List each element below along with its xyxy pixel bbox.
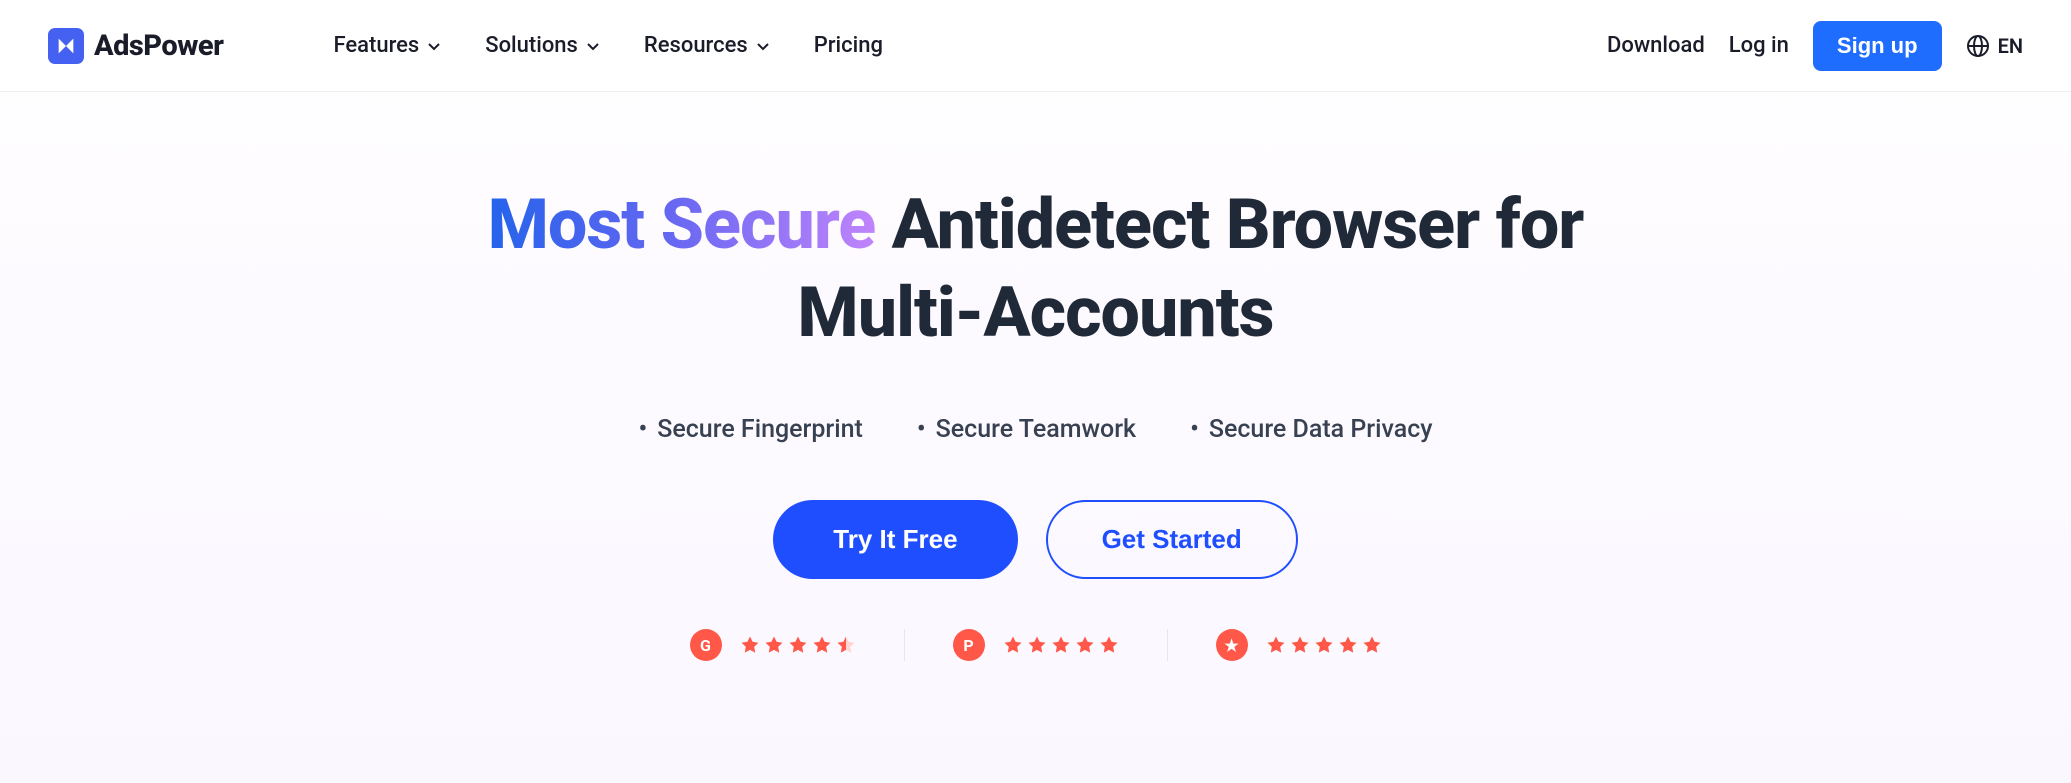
- star-icon: [1099, 635, 1119, 655]
- right-nav: Download Log in Sign up EN: [1607, 21, 2023, 71]
- g2-badge-icon: G: [690, 629, 722, 661]
- login-link[interactable]: Log in: [1729, 33, 1789, 58]
- download-link[interactable]: Download: [1607, 33, 1705, 58]
- nav-features[interactable]: Features: [333, 33, 441, 58]
- nav-pricing[interactable]: Pricing: [814, 33, 883, 58]
- main-nav: Features Solutions Resources Pricing: [333, 33, 883, 58]
- globe-icon: [1966, 34, 1990, 58]
- hero-title-line2: Multi-Accounts: [797, 272, 1273, 354]
- star-icon: [1314, 635, 1334, 655]
- rating-producthunt[interactable]: P: [953, 629, 1119, 661]
- nav-label: Features: [333, 33, 419, 58]
- nav-label: Solutions: [485, 33, 578, 58]
- logo-text: AdsPower: [94, 29, 223, 63]
- feature-list: Secure Fingerprint Secure Teamwork Secur…: [0, 415, 2071, 444]
- chevron-down-icon: [756, 39, 770, 53]
- star-icon: [836, 635, 856, 655]
- feature-item: Secure Teamwork: [917, 415, 1136, 444]
- signup-button[interactable]: Sign up: [1813, 21, 1942, 71]
- star-icon: [740, 635, 760, 655]
- nav-resources[interactable]: Resources: [644, 33, 770, 58]
- star-icon: [764, 635, 784, 655]
- star-icon: [1290, 635, 1310, 655]
- star-icon: [1051, 635, 1071, 655]
- divider: [904, 629, 905, 661]
- nav-label: Resources: [644, 33, 748, 58]
- try-free-button[interactable]: Try It Free: [773, 500, 1017, 579]
- star-icon: [1027, 635, 1047, 655]
- star-icon: [1362, 635, 1382, 655]
- cta-row: Try It Free Get Started: [0, 500, 2071, 579]
- hero-title-gradient: Most Secure: [488, 184, 876, 266]
- hero-title-rest1: Antidetect Browser for: [875, 184, 1583, 266]
- chevron-down-icon: [427, 39, 441, 53]
- hero-section: Most Secure Antidetect Browser for Multi…: [0, 92, 2071, 661]
- nav-label: Pricing: [814, 33, 883, 58]
- logo[interactable]: AdsPower: [48, 28, 223, 64]
- nav-solutions[interactable]: Solutions: [485, 33, 600, 58]
- divider: [1167, 629, 1168, 661]
- language-selector[interactable]: EN: [1966, 34, 2023, 58]
- hero-title: Most Secure Antidetect Browser for Multi…: [0, 182, 2071, 357]
- star-icon: [1266, 635, 1286, 655]
- chevron-down-icon: [586, 39, 600, 53]
- stars: [1266, 635, 1382, 655]
- feature-item: Secure Data Privacy: [1190, 415, 1432, 444]
- producthunt-badge-icon: P: [953, 629, 985, 661]
- rating-trustpilot[interactable]: ★: [1216, 629, 1382, 661]
- stars: [740, 635, 856, 655]
- trustpilot-badge-icon: ★: [1216, 629, 1248, 661]
- language-code: EN: [1998, 34, 2023, 58]
- logo-mark-icon: [48, 28, 84, 64]
- stars: [1003, 635, 1119, 655]
- star-icon: [812, 635, 832, 655]
- site-header: AdsPower Features Solutions Resources Pr…: [0, 0, 2071, 92]
- rating-g2[interactable]: G: [690, 629, 856, 661]
- feature-item: Secure Fingerprint: [638, 415, 862, 444]
- star-icon: [1075, 635, 1095, 655]
- get-started-button[interactable]: Get Started: [1046, 500, 1298, 579]
- star-icon: [1003, 635, 1023, 655]
- ratings-row: G P ★: [0, 629, 2071, 661]
- star-icon: [788, 635, 808, 655]
- star-icon: [1338, 635, 1358, 655]
